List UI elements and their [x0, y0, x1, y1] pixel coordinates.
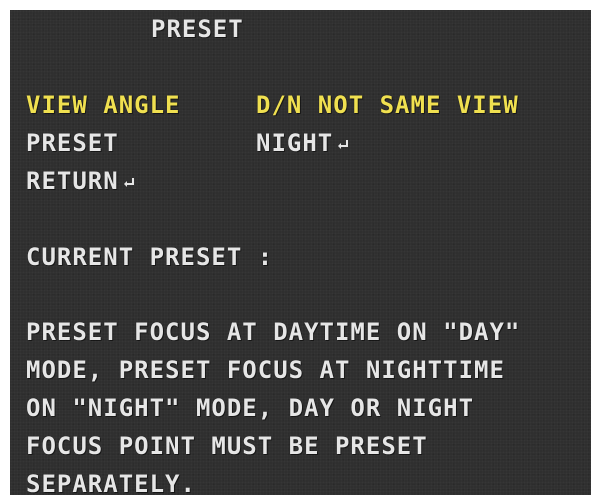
menu-item-preset-value[interactable]: NIGHT	[256, 128, 350, 158]
menu-item-return[interactable]: RETURN	[26, 166, 136, 196]
info-line-3: ON "NIGHT" MODE, DAY OR NIGHT	[26, 394, 475, 422]
preset-value-text: NIGHT	[256, 129, 334, 157]
menu-item-view-angle-label[interactable]: VIEW ANGLE	[26, 90, 181, 120]
info-line-1: PRESET FOCUS AT DAYTIME ON "DAY"	[26, 318, 521, 346]
return-label: RETURN	[26, 167, 119, 195]
osd-screen: PRESET VIEW ANGLE D/N NOT SAME VIEW PRES…	[10, 10, 591, 495]
info-line-2: MODE, PRESET FOCUS AT NIGHTTIME	[26, 356, 505, 384]
enter-arrow-icon	[338, 140, 349, 149]
info-line-4: FOCUS POINT MUST BE PRESET	[26, 432, 428, 460]
menu-title: PRESET	[151, 15, 244, 43]
menu-item-preset-label[interactable]: PRESET	[26, 128, 119, 158]
menu-item-view-angle-value[interactable]: D/N NOT SAME VIEW	[256, 90, 519, 120]
enter-arrow-icon	[123, 178, 134, 187]
info-line-5: SEPARATELY.	[26, 470, 196, 495]
current-preset-label: CURRENT PRESET :	[26, 243, 274, 271]
